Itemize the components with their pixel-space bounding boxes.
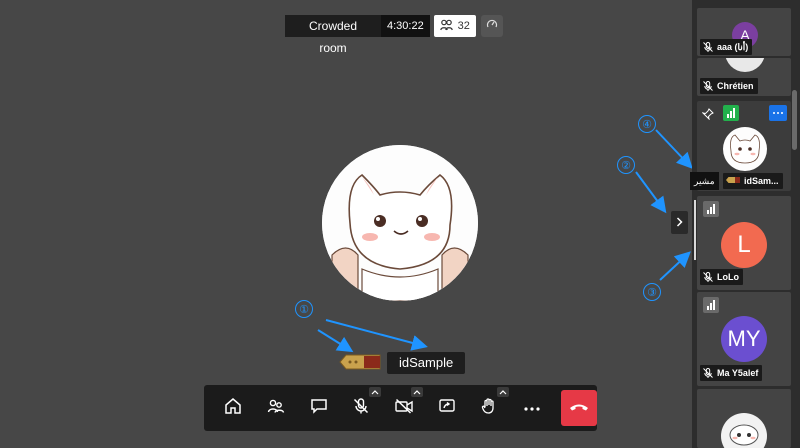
participant-name-tag: LoLo: [700, 269, 743, 285]
signal-strength-icon: [703, 201, 719, 217]
participant-avatar: [723, 127, 767, 171]
raise-hand-button[interactable]: [468, 385, 511, 431]
participants-button[interactable]: 32: [433, 15, 476, 37]
participants-toolbar-button[interactable]: [255, 385, 298, 431]
participant-tile[interactable]: A aaa (أنا): [697, 8, 791, 56]
room-name: Crowded room: [285, 15, 381, 55]
participant-avatar: MY: [721, 316, 767, 362]
participant-avatar: L: [721, 222, 767, 268]
meeting-timer: 4:30:22: [381, 15, 430, 37]
microphone-off-icon: [702, 41, 714, 53]
camera-off-icon: [394, 397, 414, 420]
speedometer-icon: [486, 17, 498, 35]
annotation-1: ①: [295, 300, 313, 318]
role-badge-icon: [338, 353, 384, 376]
microphone-off-icon: [352, 397, 370, 420]
microphone-button[interactable]: [340, 385, 383, 431]
panel-drag-handle[interactable]: [694, 200, 696, 260]
signal-strength-icon: [723, 105, 739, 121]
panel-scrollbar[interactable]: [792, 90, 797, 150]
chat-icon: [310, 397, 328, 420]
participant-tile[interactable]: L LoLo: [697, 196, 791, 290]
home-icon: [224, 397, 242, 420]
role-badge-icon: [725, 176, 741, 186]
camera-options-caret[interactable]: [411, 387, 424, 397]
annotation-2: ②: [617, 156, 635, 174]
microphone-off-icon: [702, 271, 714, 283]
connection-speed-button[interactable]: [480, 15, 503, 37]
people-icon: [267, 397, 285, 420]
participant-name: idSam...: [744, 176, 779, 186]
participant-name: LoLo: [717, 272, 739, 282]
participant-name-tag: idSam...: [723, 173, 783, 189]
camera-button[interactable]: [383, 385, 426, 431]
pin-icon[interactable]: [701, 107, 714, 125]
microphone-options-caret[interactable]: [368, 387, 381, 397]
signal-strength-icon: [703, 297, 719, 313]
participant-name-tag: Ma Y5alef: [700, 365, 763, 381]
meeting-header: Crowded room 4:30:22 32: [285, 15, 503, 55]
phone-hangup-icon: [569, 399, 589, 417]
participant-name: Ma Y5alef: [717, 368, 759, 378]
microphone-off-icon: [702, 80, 714, 92]
participant-avatar: [725, 58, 765, 72]
participant-tile[interactable]: [697, 389, 791, 448]
speaker-avatar: [322, 145, 478, 301]
annotation-4: ④: [638, 115, 656, 133]
toggle-sidebar-button[interactable]: [671, 211, 688, 234]
reactions-options-caret[interactable]: [496, 387, 509, 397]
microphone-off-icon: [702, 367, 714, 379]
home-button[interactable]: [212, 385, 255, 431]
participant-tile[interactable]: Chrétien: [697, 58, 791, 96]
tile-more-button[interactable]: [769, 105, 787, 121]
participant-name: Chrétien: [717, 81, 754, 91]
participant-tile[interactable]: MY Ma Y5alef: [697, 292, 791, 386]
share-screen-button[interactable]: [425, 385, 468, 431]
participant-name: aaa (أنا): [717, 41, 749, 52]
hand-icon: [480, 397, 498, 420]
participant-name-tag: aaa (أنا): [700, 39, 753, 55]
annotation-3: ③: [643, 283, 661, 301]
meeting-toolbar: [204, 385, 597, 431]
participant-name-tag: Chrétien: [700, 78, 758, 94]
chevron-right-icon: [676, 214, 683, 232]
participant-count: 32: [457, 20, 470, 32]
share-screen-icon: [438, 397, 456, 420]
more-options-button[interactable]: [511, 385, 554, 431]
chat-button[interactable]: [297, 385, 340, 431]
participant-avatar: [721, 413, 767, 448]
hangup-button[interactable]: [561, 390, 597, 426]
participants-icon: [439, 19, 453, 34]
speaker-name: idSample: [387, 352, 466, 374]
role-tooltip: مشير: [690, 172, 719, 190]
more-horizontal-icon: [523, 399, 541, 417]
